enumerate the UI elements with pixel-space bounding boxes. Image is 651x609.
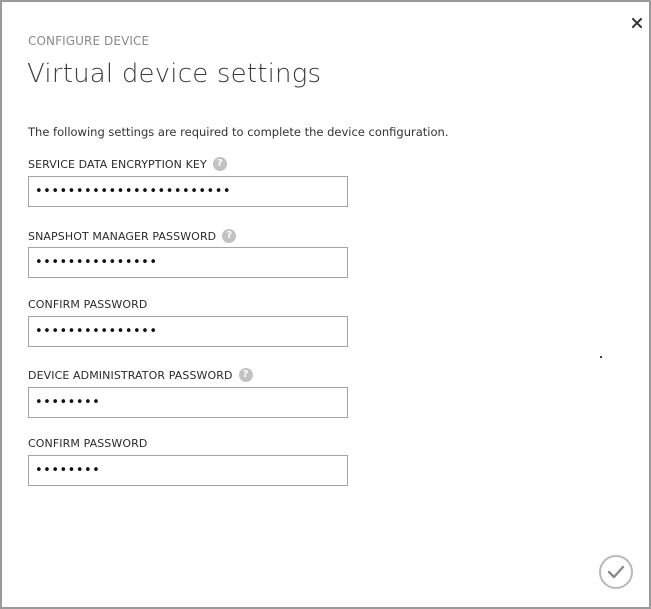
help-icon[interactable]: ?: [238, 368, 253, 382]
confirm-admin-password-input[interactable]: [28, 455, 348, 486]
dialog-title: Virtual device settings: [27, 59, 322, 89]
confirm-snapshot-password-input[interactable]: [28, 316, 348, 347]
field-label-device-admin-password: DEVICE ADMINISTRATOR PASSWORD ?: [28, 368, 253, 382]
field-label-text: CONFIRM PASSWORD: [28, 297, 148, 311]
dialog-eyebrow: CONFIGURE DEVICE: [28, 34, 150, 48]
confirm-button[interactable]: [599, 555, 633, 589]
close-icon: [632, 18, 642, 28]
stray-dot: [600, 356, 602, 358]
help-icon[interactable]: ?: [222, 229, 237, 243]
field-label-confirm-admin-password: CONFIRM PASSWORD: [28, 436, 147, 450]
field-label-confirm-snapshot-password: CONFIRM PASSWORD: [28, 297, 147, 311]
help-icon[interactable]: ?: [212, 157, 227, 171]
device-admin-password-input[interactable]: [28, 387, 348, 418]
field-label-snapshot-manager-password: SNAPSHOT MANAGER PASSWORD ?: [28, 229, 237, 243]
close-button[interactable]: [628, 14, 646, 32]
configure-device-dialog: CONFIGURE DEVICE Virtual device settings…: [0, 0, 651, 609]
snapshot-manager-password-input[interactable]: [28, 247, 348, 278]
field-label-text: SERVICE DATA ENCRYPTION KEY: [28, 157, 207, 171]
encryption-key-input[interactable]: [28, 176, 348, 207]
checkmark-icon: [607, 565, 625, 579]
dialog-intro-text: The following settings are required to c…: [28, 125, 449, 139]
field-label-text: SNAPSHOT MANAGER PASSWORD: [28, 229, 217, 243]
field-label-text: CONFIRM PASSWORD: [28, 436, 148, 450]
field-label-text: DEVICE ADMINISTRATOR PASSWORD: [28, 368, 233, 382]
field-label-encryption-key: SERVICE DATA ENCRYPTION KEY ?: [28, 157, 227, 171]
